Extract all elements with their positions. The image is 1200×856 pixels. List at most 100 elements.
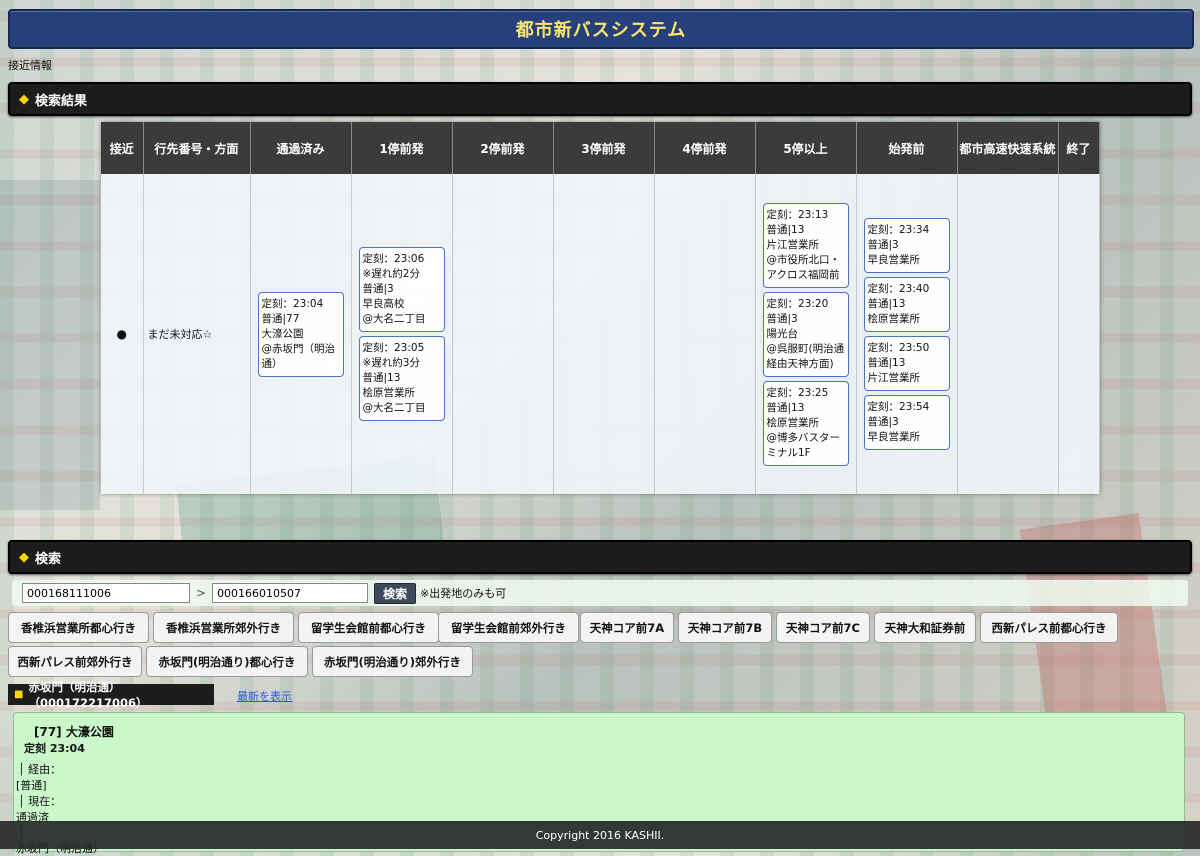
bus-card-line: 桧原営業所 (362, 387, 416, 399)
bus-card-line: 普通|3 (867, 239, 899, 251)
col-header-stop5plus: 5停以上 (755, 122, 857, 174)
stop4-cell (654, 174, 756, 494)
bus-card: 定刻：23:25 普通|13 桧原営業所 @博多バスターミナル1F (762, 380, 849, 466)
bus-card-line: 定刻：23:05 (362, 342, 425, 354)
results-table: 接近 行先番号・方面 通過済み 1停前発 2停前発 3停前発 4停前発 5停以上… (101, 122, 1100, 494)
bus-card: 定刻：23:54 普通|3 早良営業所 (863, 395, 950, 450)
background-map-left (0, 180, 100, 510)
approach-info-label: 接近情報 (8, 59, 52, 72)
passed-cell: 定刻：23:04 普通|77 大濠公園 @赤坂門（明治通） (250, 174, 352, 494)
origin-stop-input[interactable] (22, 583, 190, 603)
bus-card-line: 定刻：23:13 (766, 208, 829, 221)
selected-stop-name: 赤坂門（明治通）（000172217006） (28, 679, 148, 710)
destination-stop-input[interactable] (212, 583, 369, 603)
bus-card: 定刻：23:40 普通|13 桧原営業所 (863, 277, 950, 332)
col-header-approach: 接近 (101, 122, 144, 174)
stop5plus-cell: 定刻：23:13 普通|13 片江営業所 @市役所北口・アクロス福岡前定刻：23:20… (755, 174, 857, 494)
footer: Copyright 2016 KASHII. (0, 821, 1200, 849)
bus-card-line: 陽光台 (766, 327, 799, 340)
bus-card-line: 普通|77 (261, 312, 300, 325)
search-section-header: ◆ 検索 (8, 540, 1192, 574)
bus-card-line: 片江営業所 (766, 238, 820, 251)
page-title: 都市新バスシステム (515, 20, 687, 41)
bus-card-line: @博多バスターミナル1F (766, 431, 841, 459)
bus-card-line: 定刻：23:34 (867, 224, 930, 236)
stop-button-kashiihama-city[interactable]: 香椎浜営業所都心行き (8, 612, 149, 643)
search-section-title: 検索 (35, 551, 62, 567)
bus-card-line: 片江営業所 (867, 372, 921, 384)
search-note: ※出発地のみも可 (420, 587, 507, 600)
bus-card-line: @赤坂門（明治通） (261, 342, 336, 370)
stop3-cell (553, 174, 655, 494)
bus-card: 定刻：23:13 普通|13 片江営業所 @市役所北口・アクロス福岡前 (762, 202, 849, 288)
approach-cell: ● (101, 174, 144, 494)
col-header-ended: 終了 (1058, 122, 1100, 174)
approach-mark: ● (116, 327, 127, 341)
stop-button-tenjin-core-7b[interactable]: 天神コア前7B (678, 612, 772, 643)
bus-card-line: 普通|13 (766, 223, 805, 236)
bus-card-line: 定刻：23:40 (867, 283, 930, 295)
bus-card: 定刻：23:04 普通|77 大濠公園 @赤坂門（明治通） (257, 291, 344, 377)
bus-card-line: 早良営業所 (867, 254, 921, 266)
results-row: ● まだ未対応☆ 定刻：23:04 普通|77 大濠公園 @赤坂門（明治通） 定刻：2… (101, 174, 1100, 494)
destination-note: まだ未対応☆ (147, 328, 213, 341)
square-icon: ■ (14, 689, 24, 700)
bus-card-line: 桧原営業所 (766, 416, 820, 429)
bus-card-line: 普通|3 (867, 416, 899, 428)
via-label: │ 経由： (18, 763, 62, 776)
stop-button-tenjin-core-7a[interactable]: 天神コア前7A (580, 612, 674, 643)
stop-button-akasakamon-suburb[interactable]: 赤坂門(明治通り)郊外行き (312, 646, 473, 677)
search-form: > 検索 ※出発地のみも可 (12, 580, 1188, 606)
service-type: [普通] (16, 779, 47, 792)
ended-cell (1058, 174, 1100, 494)
col-header-stop1: 1停前発 (351, 122, 453, 174)
bus-card-line: 早良営業所 (867, 431, 921, 443)
search-button[interactable]: 検索 (374, 582, 417, 604)
stop-button-ryugakusei-suburb[interactable]: 留学生会館前郊外行き (438, 612, 579, 643)
col-header-passed: 通過済み (250, 122, 352, 174)
col-header-before-start: 始発前 (856, 122, 958, 174)
bus-card-line: ※遅れ約2分 (362, 268, 420, 280)
col-header-stop3: 3停前発 (553, 122, 655, 174)
bus-card-line: 定刻：23:25 (766, 386, 829, 399)
diamond-icon: ◆ (19, 549, 29, 565)
stop-button-tenjin-daiwa[interactable]: 天神大和証券前 (874, 612, 976, 643)
bus-card-line: 普通|3 (362, 283, 394, 295)
results-header-row: 接近 行先番号・方面 通過済み 1停前発 2停前発 3停前発 4停前発 5停以上… (101, 122, 1100, 174)
current-label: │ 現在： (18, 795, 62, 808)
scheduled-time: 定刻 23:04 (24, 742, 85, 755)
stop-button-akasakamon-city[interactable]: 赤坂門(明治通り)都心行き (146, 646, 308, 677)
stop-button-kashiihama-suburb[interactable]: 香椎浜営業所郊外行き (153, 612, 294, 643)
bus-card: 定刻：23:50 普通|13 片江営業所 (863, 336, 950, 391)
bus-card-line: @市役所北口・アクロス福岡前 (766, 253, 841, 281)
bus-card: 定刻：23:05 ※遅れ約3分 普通|13 桧原営業所 @大名二丁目 (358, 336, 445, 421)
selected-stop-header: ■ 赤坂門（明治通）（000172217006） (8, 680, 214, 710)
bus-card-line: 定刻：23:04 (261, 297, 324, 310)
stop-button-tenjin-core-7c[interactable]: 天神コア前7C (776, 612, 870, 643)
stop-button-ryugakusei-city[interactable]: 留学生会館前都心行き (298, 612, 439, 643)
bus-card-line: 早良高校 (362, 298, 405, 310)
bus-card-line: 定刻：23:54 (867, 401, 930, 413)
bus-card-line: 定刻：23:50 (867, 342, 930, 354)
bus-card-line: 定刻：23:20 (766, 297, 829, 310)
stop-button-nishijin-suburb[interactable]: 西新パレス前郊外行き (8, 646, 142, 677)
destination-cell: まだ未対応☆ (143, 174, 251, 494)
bus-card-line: 普通|13 (766, 401, 805, 414)
stop-button-nishijin-city[interactable]: 西新パレス前都心行き (980, 612, 1118, 643)
bus-card-line: ※遅れ約3分 (362, 357, 420, 369)
express-cell (957, 174, 1059, 494)
stop2-cell (452, 174, 554, 494)
separator-arrow: > (196, 586, 207, 600)
bus-card-line: 普通|13 (362, 372, 401, 384)
bus-card-line: @大名二丁目 (362, 402, 426, 414)
col-header-stop4: 4停前発 (654, 122, 756, 174)
col-header-stop2: 2停前発 (452, 122, 554, 174)
bus-card: 定刻：23:06 ※遅れ約2分 普通|3 早良高校 @大名二丁目 (358, 247, 445, 332)
stop1-cell: 定刻：23:06 ※遅れ約2分 普通|3 早良高校 @大名二丁目 定刻：23:05 ※遅れ約… (351, 174, 453, 494)
results-section-title: 検索結果 (35, 93, 88, 109)
diamond-icon: ◆ (19, 91, 29, 107)
title-bar: 都市新バスシステム (8, 9, 1194, 49)
bus-card-line: @大名二丁目 (362, 313, 426, 325)
show-latest-link[interactable]: 最新を表示 (237, 688, 292, 704)
route-title: [77] 大濠公園 (34, 725, 114, 739)
